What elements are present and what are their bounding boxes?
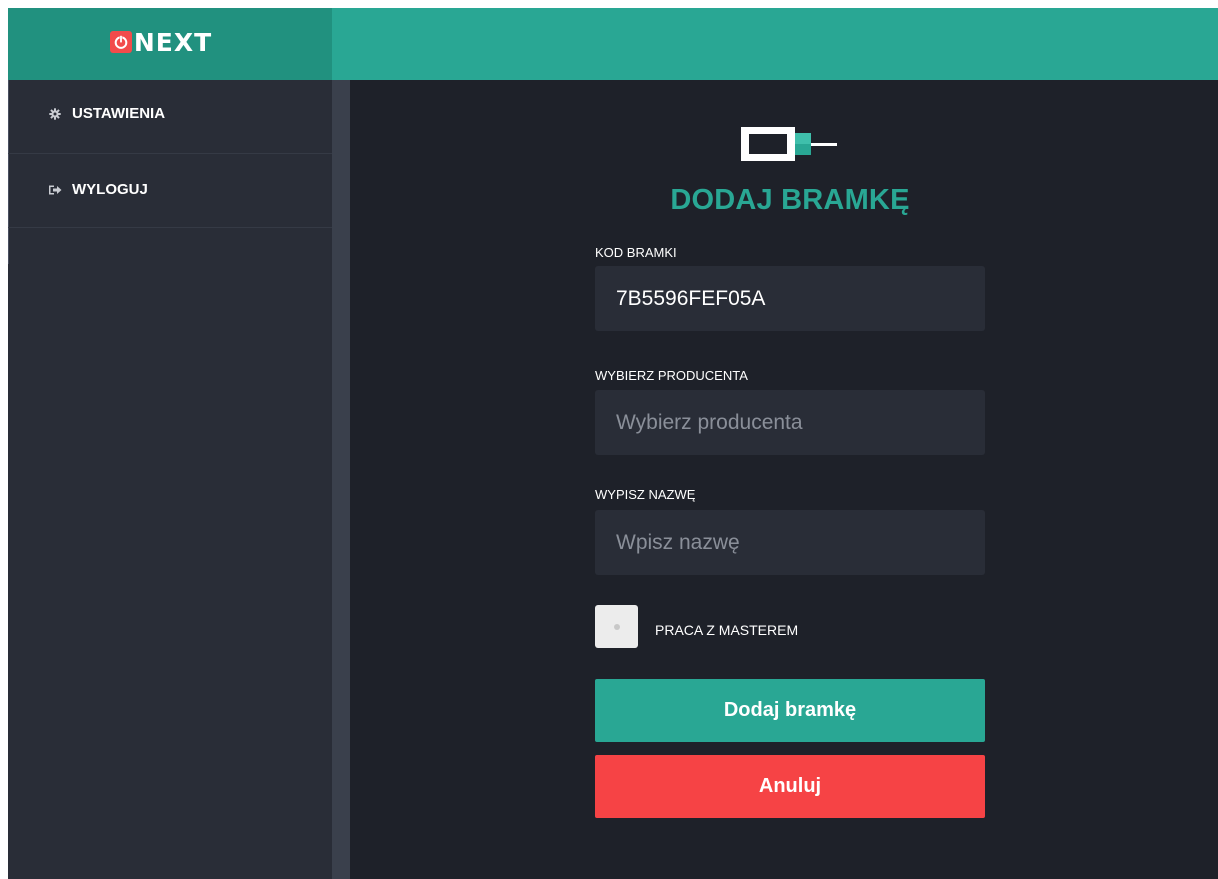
gateway-code-field[interactable]: 7B5596FEF05A bbox=[595, 266, 985, 331]
brand-name: NEXT bbox=[133, 27, 213, 57]
gateway-device-icon bbox=[741, 125, 841, 170]
checkbox-indicator bbox=[613, 623, 620, 630]
cancel-button[interactable]: Anuluj bbox=[595, 755, 985, 818]
sidebar-item-label: USTAWIENIA bbox=[72, 105, 166, 122]
brand-header[interactable]: NEXT bbox=[8, 8, 332, 80]
master-checkbox[interactable] bbox=[595, 605, 638, 648]
power-icon bbox=[109, 31, 132, 53]
gear-icon bbox=[48, 107, 62, 121]
logo: NEXT bbox=[109, 27, 213, 57]
producer-select[interactable]: Wybierz producenta bbox=[595, 390, 985, 455]
sidebar-item-logout[interactable]: WYLOGUJ bbox=[8, 154, 332, 228]
producer-placeholder: Wybierz producenta bbox=[616, 410, 803, 434]
logout-icon bbox=[48, 183, 62, 197]
sidebar-item-label: WYLOGUJ bbox=[72, 181, 148, 198]
master-checkbox-label: PRACA Z MASTEREM bbox=[655, 622, 799, 638]
producer-label: WYBIERZ PRODUCENTA bbox=[595, 368, 748, 383]
page-title: DODAJ BRAMKĘ bbox=[670, 184, 910, 216]
gateway-code-label: KOD BRAMKI bbox=[595, 245, 677, 260]
sidebar-item-settings[interactable]: USTAWIENIA bbox=[8, 80, 332, 154]
name-label: WYPISZ NAZWĘ bbox=[595, 487, 696, 502]
gateway-code-value: 7B5596FEF05A bbox=[616, 286, 766, 310]
add-gateway-button[interactable]: Dodaj bramkę bbox=[595, 679, 985, 742]
name-input[interactable]: Wpisz nazwę bbox=[595, 510, 985, 575]
sidebar-divider bbox=[332, 80, 350, 879]
app-window: NEXT USTAWIENIA WYLOGUJ DODAJ BRAMKĘ KOD… bbox=[8, 8, 1218, 879]
name-placeholder: Wpisz nazwę bbox=[616, 530, 740, 554]
